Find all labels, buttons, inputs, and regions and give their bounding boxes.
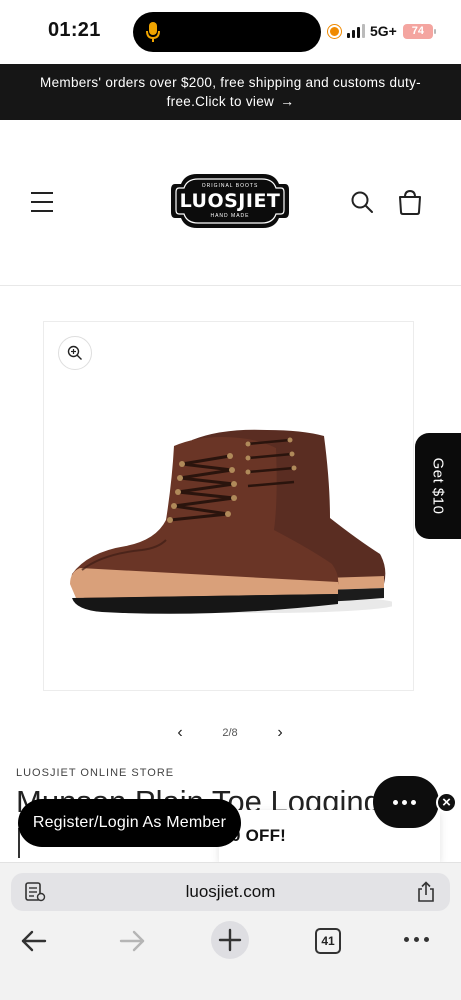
chevron-right-icon[interactable]: › <box>270 724 290 742</box>
plus-icon <box>218 928 242 952</box>
page-indicator: 2/8 <box>222 727 238 739</box>
get-offer-tab[interactable]: Get $10 <box>415 433 461 539</box>
more-options-icon[interactable] <box>404 937 429 942</box>
register-login-button[interactable]: Register/Login As Member <box>18 799 241 847</box>
share-icon[interactable] <box>416 881 436 903</box>
logo-bottom-text: HAND MADE <box>210 213 250 219</box>
image-pagination: ‹ 2/8 › <box>170 722 290 744</box>
arrow-right-icon: → <box>280 93 295 109</box>
url-text[interactable]: luosjiet.com <box>11 882 450 902</box>
search-icon[interactable] <box>350 190 374 214</box>
status-bar: 01:21 5G+ 74 <box>0 0 461 64</box>
status-indicators: 5G+ 74 <box>328 21 436 41</box>
get-offer-label[interactable]: Get $10 <box>430 458 447 515</box>
network-label: 5G+ <box>370 23 397 39</box>
forward-arrow-icon[interactable] <box>118 929 146 953</box>
product-image-frame[interactable] <box>43 321 414 691</box>
announcement-bar[interactable]: Members' orders over $200, free shipping… <box>0 64 461 120</box>
browser-chrome: luosjiet.com 41 <box>0 862 461 1000</box>
shopping-bag-icon[interactable] <box>397 188 423 216</box>
tabs-count-button[interactable]: 41 <box>315 928 341 954</box>
site-header: ORIGINAL BOOTS LUOSJIET HAND MADE <box>0 120 461 286</box>
new-tab-button[interactable] <box>211 921 249 959</box>
zoom-button[interactable] <box>58 336 92 370</box>
chat-icon <box>393 800 416 805</box>
dynamic-island <box>133 12 321 52</box>
browser-toolbar: 41 <box>0 921 461 965</box>
recording-dot-icon <box>328 24 341 38</box>
announcement-text[interactable]: Members' orders over $200, free shipping… <box>40 75 421 109</box>
status-time: 01:21 <box>48 19 101 41</box>
back-arrow-icon[interactable] <box>20 929 48 953</box>
logo-top-text: ORIGINAL BOOTS <box>201 183 259 189</box>
store-label: LUOSJIET ONLINE STORE <box>16 767 175 779</box>
hamburger-menu-icon[interactable] <box>31 192 55 214</box>
battery-level: 74 <box>411 25 424 37</box>
address-bar[interactable]: luosjiet.com <box>11 873 450 911</box>
signal-strength-icon <box>347 24 365 38</box>
chevron-left-icon[interactable]: ‹ <box>170 724 190 742</box>
logo-name: LUOSJIET <box>179 190 281 212</box>
brand-logo[interactable]: ORIGINAL BOOTS LUOSJIET HAND MADE <box>167 170 293 232</box>
product-boots-image <box>70 429 392 614</box>
close-icon[interactable]: × <box>436 792 457 813</box>
zoom-in-icon <box>67 345 82 360</box>
microphone-icon <box>146 22 160 42</box>
battery-icon: 74 <box>402 23 436 39</box>
chat-widget-button[interactable] <box>373 776 439 828</box>
